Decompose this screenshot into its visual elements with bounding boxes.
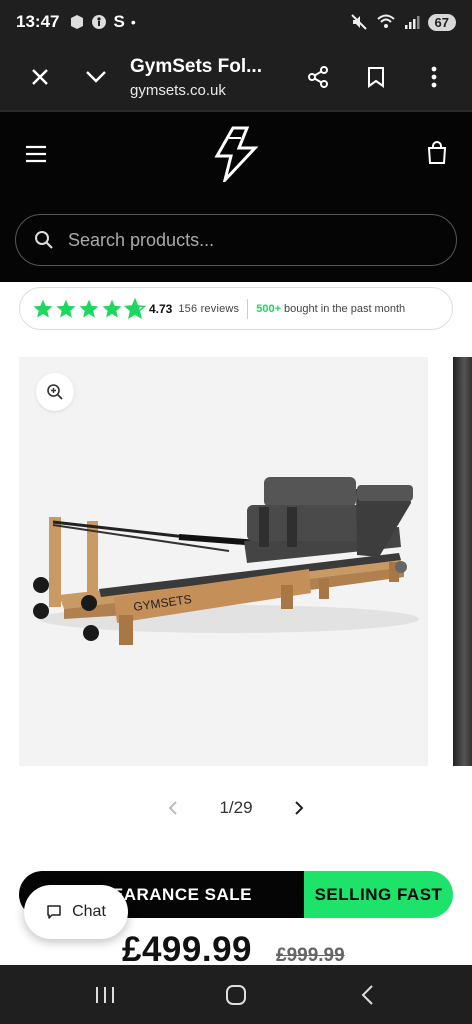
more-options-button[interactable] [412,55,456,99]
next-product-image-peek[interactable] [453,357,472,766]
signal-icon [404,16,420,29]
gallery-pager: 1/29 [0,798,472,818]
close-tab-button[interactable] [18,55,62,99]
product-image[interactable]: GYMSETS [19,357,428,766]
status-right-icons: 67 [350,13,456,31]
gymsets-logo-icon[interactable] [211,126,261,182]
page-info[interactable]: GymSets Fol... gymsets.co.uk [130,56,296,99]
bought-count: 500+ [256,302,282,315]
chevron-down-icon [86,71,106,83]
share-icon [308,66,328,88]
battery-indicator: 67 [427,13,456,31]
more-vertical-icon [431,66,437,88]
zoom-button[interactable] [36,373,74,411]
home-button[interactable] [216,975,256,1015]
star-icon [79,299,99,318]
notification-app-icon [71,15,84,29]
browser-toolbar: GymSets Fol... gymsets.co.uk [0,44,472,110]
search-icon [35,231,53,249]
recent-apps-icon [96,986,115,1003]
home-icon [225,984,246,1005]
chat-button[interactable]: Chat [24,885,128,939]
wifi-icon [376,14,395,28]
minimize-tab-button[interactable] [74,55,118,99]
close-icon [32,69,48,85]
page-title: GymSets Fol... [130,55,262,77]
chevron-right-icon [294,801,303,815]
page-url: gymsets.co.uk [130,81,226,99]
review-count[interactable]: 156 reviews [178,303,239,315]
status-bar: 13:47 S • 67 [0,0,472,44]
zoom-in-icon [47,384,63,400]
hamburger-menu-icon[interactable] [24,142,48,166]
next-image-button[interactable] [289,798,309,818]
chat-label: Chat [72,903,106,920]
mute-icon [350,14,367,30]
star-icon [56,299,76,318]
chevron-left-icon [169,801,178,815]
search-input[interactable] [68,229,428,251]
accessibility-icon [92,15,107,29]
search-bar[interactable] [15,214,457,266]
current-price: £499.99 [122,930,253,969]
chat-bubble-icon [47,905,61,919]
gallery-counter: 1/29 [219,798,253,817]
status-time: 13:47 [16,12,60,31]
rating-value: 4.73 [149,301,173,316]
bookmark-icon [368,67,384,88]
status-dot: • [130,14,136,30]
pilates-reformer-image: GYMSETS [33,477,419,645]
original-price: £999.99 [276,945,345,966]
site-header [0,112,472,282]
back-icon [361,984,373,1005]
star-half-icon [124,297,146,319]
bookmark-button[interactable] [354,55,398,99]
selling-fast-label: SELLING FAST [304,871,453,918]
star-rating [32,297,146,320]
share-button[interactable] [296,55,340,99]
divider [247,298,249,319]
recent-apps-button[interactable] [85,975,125,1015]
status-notification-icons: S • [69,12,136,32]
previous-image-button[interactable] [163,798,183,818]
bought-label: bought in the past month [284,302,406,315]
system-nav-bar [0,965,472,1024]
shopping-bag-icon[interactable] [424,140,450,166]
carrier-letter: S [113,12,125,31]
star-icon [102,299,122,318]
reviews-summary[interactable]: 4.73 156 reviews 500+ bought in the past… [19,287,453,330]
back-button[interactable] [347,975,387,1015]
star-icon [33,299,53,318]
